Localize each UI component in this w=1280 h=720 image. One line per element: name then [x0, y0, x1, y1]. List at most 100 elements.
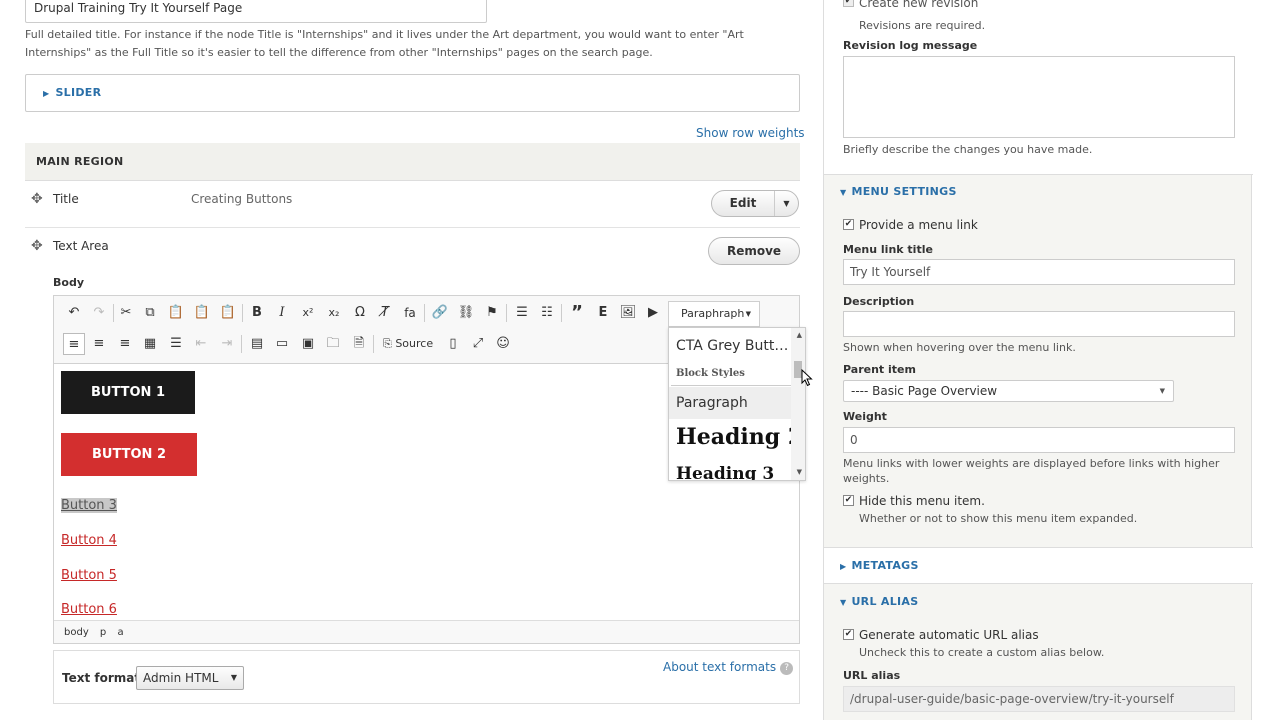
- button-widget-icon[interactable]: ▭: [271, 333, 293, 355]
- metatags-toggle[interactable]: ▶ METATAGS: [840, 559, 919, 572]
- dropdown-item-cta-grey[interactable]: CTA Grey Butt…: [669, 338, 791, 354]
- full-title-input[interactable]: Drupal Training Try It Yourself Page: [25, 0, 487, 23]
- card-icon[interactable]: ▣: [297, 333, 319, 355]
- menu-settings-toggle[interactable]: ▼ MENU SETTINGS: [840, 185, 957, 198]
- special-char-icon[interactable]: Ω: [349, 302, 371, 324]
- weight-input[interactable]: 0: [843, 427, 1235, 453]
- button-5-link[interactable]: Button 5: [61, 568, 117, 583]
- row-summary: Creating Buttons: [191, 192, 293, 206]
- bulleted-list-icon[interactable]: ☰: [511, 302, 533, 324]
- embed-icon[interactable]: E: [592, 302, 614, 324]
- show-row-weights-link[interactable]: Show row weights: [696, 126, 805, 140]
- menu-link-title-input[interactable]: Try It Yourself: [843, 259, 1235, 285]
- anchor-flag-icon[interactable]: ⚑: [481, 302, 503, 324]
- generate-alias-checkbox[interactable]: ✔: [843, 629, 854, 640]
- accessibility-icon[interactable]: ☺: [492, 333, 514, 355]
- format-select[interactable]: Paraphraph ▼: [668, 301, 760, 327]
- paste-text-icon[interactable]: 📋: [191, 302, 213, 324]
- generate-alias-label: Generate automatic URL alias: [859, 628, 1039, 642]
- numbered-list-icon[interactable]: ☷: [536, 302, 558, 324]
- cut-icon[interactable]: ✂: [115, 302, 137, 324]
- menu-description-help: Shown when hovering over the menu link.: [843, 341, 1076, 354]
- scroll-down-icon[interactable]: ▼: [797, 468, 802, 476]
- drag-handle-icon[interactable]: ✥: [31, 238, 43, 254]
- redo-icon[interactable]: ↷: [88, 302, 110, 324]
- url-alias-input[interactable]: /drupal-user-guide/basic-page-overview/t…: [843, 686, 1235, 712]
- scroll-up-icon[interactable]: ▲: [797, 331, 802, 339]
- button-3-link[interactable]: Button 3: [61, 498, 117, 513]
- show-blocks-icon[interactable]: ▯: [442, 333, 464, 355]
- metatags-section: ▶ METATAGS: [824, 548, 1253, 583]
- path-body[interactable]: body: [64, 627, 89, 638]
- paste-icon[interactable]: 📋: [165, 302, 187, 324]
- chevron-down-icon[interactable]: ▼: [775, 191, 798, 216]
- source-button[interactable]: ⎘ Source: [383, 333, 433, 355]
- parent-item-label: Parent item: [843, 363, 916, 376]
- edit-dropbutton: Edit ▼: [711, 190, 799, 217]
- media-icon[interactable]: ▶: [642, 302, 664, 324]
- url-alias-toggle[interactable]: ▼ URL ALIAS: [840, 595, 918, 608]
- parent-item-select[interactable]: ---- Basic Page Overview ▼: [843, 380, 1174, 402]
- button-1-preview[interactable]: BUTTON 1: [61, 371, 195, 414]
- remove-button[interactable]: Remove: [708, 237, 800, 265]
- folder-icon[interactable]: 🗀: [322, 333, 344, 355]
- text-format-select[interactable]: Admin HTML ▼: [136, 666, 244, 690]
- triangle-down-icon: ▼: [840, 188, 847, 197]
- body-label: Body: [53, 276, 84, 289]
- about-text-formats-link[interactable]: About text formats?: [663, 660, 794, 675]
- source-label: Source: [395, 337, 434, 350]
- image-icon[interactable]: 🖼: [617, 302, 639, 324]
- maximize-icon[interactable]: ⤢: [467, 333, 489, 355]
- triangle-right-icon: ▶: [840, 562, 847, 571]
- url-alias-field-label: URL alias: [843, 669, 901, 682]
- mouse-cursor-icon: [801, 369, 813, 387]
- hide-menu-item-checkbox[interactable]: ✔: [843, 495, 854, 506]
- revision-section: ✔ Create new revision Revisions are requ…: [824, 0, 1253, 174]
- blockquote-icon[interactable]: ”: [566, 302, 588, 324]
- copy-icon[interactable]: ⧉: [139, 302, 161, 324]
- dropdown-item-paragraph[interactable]: Paragraph: [669, 387, 791, 419]
- edit-button[interactable]: Edit: [712, 191, 775, 216]
- provide-menu-link-checkbox[interactable]: ✔: [843, 219, 854, 230]
- remove-format-icon[interactable]: T̸: [374, 302, 396, 324]
- dropdown-item-heading3[interactable]: Heading 3: [669, 464, 791, 480]
- path-p[interactable]: p: [100, 627, 106, 638]
- create-revision-checkbox[interactable]: ✔: [843, 0, 854, 7]
- drag-handle-icon[interactable]: ✥: [31, 191, 43, 207]
- horizontal-rule-icon[interactable]: ☰: [165, 333, 187, 355]
- button-6-link[interactable]: Button 6: [61, 602, 117, 617]
- superscript-icon[interactable]: x²: [297, 302, 319, 324]
- button-4-link[interactable]: Button 4: [61, 533, 117, 548]
- button-2-preview[interactable]: BUTTON 2: [61, 433, 197, 476]
- paste-word-icon[interactable]: 📋: [217, 302, 239, 324]
- text-format-value: Admin HTML: [143, 671, 219, 685]
- font-awesome-icon[interactable]: fa: [399, 302, 421, 324]
- weight-label: Weight: [843, 410, 887, 423]
- link-icon[interactable]: 🔗: [429, 302, 451, 324]
- format-select-value: Paraphraph: [681, 307, 745, 320]
- unlink-icon[interactable]: ⛓: [455, 302, 477, 324]
- bold-icon[interactable]: B: [246, 302, 268, 324]
- template-icon[interactable]: ▤: [246, 333, 268, 355]
- path-a[interactable]: a: [117, 627, 123, 638]
- main-region-header: MAIN REGION: [25, 143, 800, 181]
- subscript-icon[interactable]: x₂: [323, 302, 345, 324]
- indent-icon[interactable]: ⇥: [216, 333, 238, 355]
- align-center-icon[interactable]: ≡: [88, 333, 110, 355]
- revision-log-textarea[interactable]: [843, 56, 1235, 138]
- table-row: ✥ Title Creating Buttons Edit ▼: [25, 181, 800, 228]
- main-region-label: MAIN REGION: [36, 155, 124, 168]
- align-left-icon[interactable]: ≡: [63, 333, 85, 355]
- dropdown-item-heading2[interactable]: Heading 2: [669, 424, 791, 450]
- italic-icon[interactable]: I: [271, 302, 293, 324]
- slider-toggle[interactable]: ▶ SLIDER: [43, 86, 101, 99]
- about-text-formats-label: About text formats: [663, 660, 777, 674]
- dropdown-scrollbar[interactable]: ▲ ▼: [791, 328, 805, 480]
- menu-description-input[interactable]: [843, 311, 1235, 337]
- outdent-icon[interactable]: ⇤: [190, 333, 212, 355]
- slider-details[interactable]: ▶ SLIDER: [25, 74, 800, 112]
- undo-icon[interactable]: ↶: [63, 302, 85, 324]
- table-icon[interactable]: ▦: [139, 333, 161, 355]
- document-icon[interactable]: 🗎: [348, 333, 370, 355]
- align-right-icon[interactable]: ≡: [114, 333, 136, 355]
